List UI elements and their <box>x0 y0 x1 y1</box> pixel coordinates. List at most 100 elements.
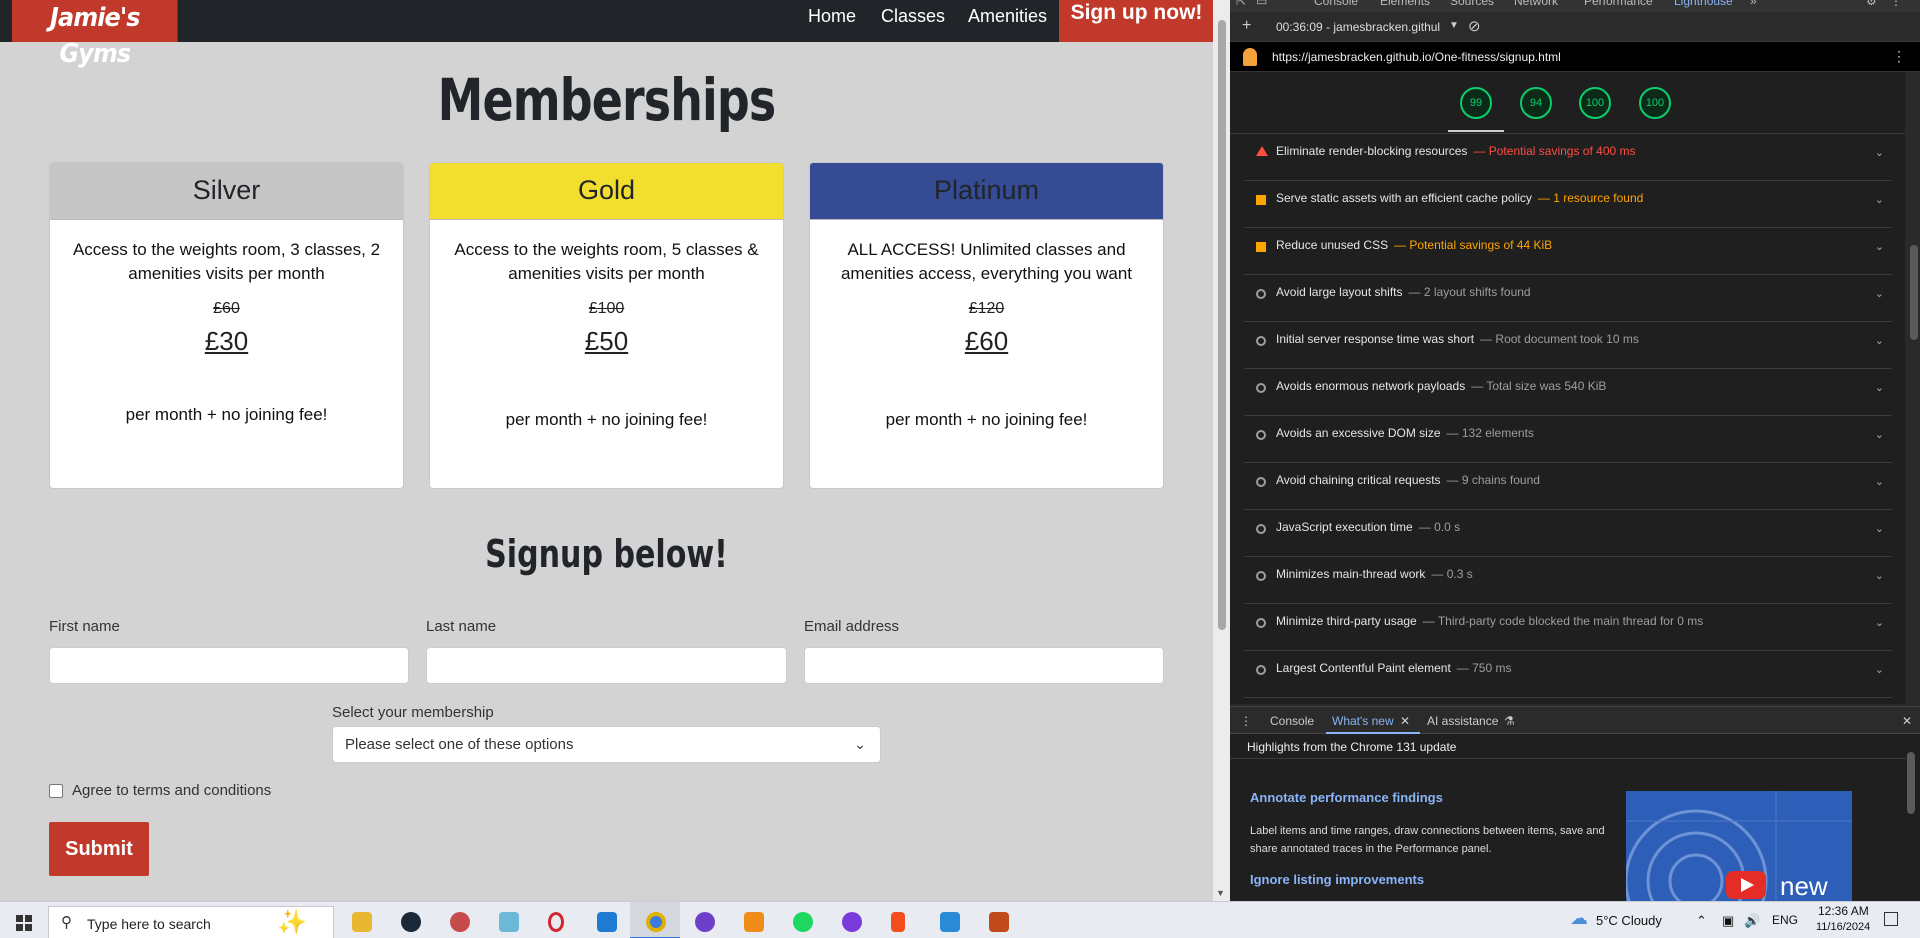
volume-icon[interactable]: 🔊 <box>1744 913 1760 929</box>
tray-overflow-icon[interactable]: ⌃ <box>1696 913 1707 929</box>
score-gauge-accessibility[interactable]: 94 <box>1520 87 1552 119</box>
feature-link-ignore-listing[interactable]: Ignore listing improvements <box>1250 872 1424 887</box>
windows-start-icon[interactable] <box>16 915 32 931</box>
chevron-down-icon[interactable]: ⌄ <box>1875 428 1884 441</box>
chevron-down-icon[interactable]: ⌄ <box>1875 569 1884 582</box>
clock-date[interactable]: 11/16/2024 <box>1816 921 1870 933</box>
drawer-tab-console[interactable]: Console <box>1270 714 1314 728</box>
chevron-down-icon[interactable]: ⌄ <box>1875 475 1884 488</box>
chevron-down-icon[interactable]: ⌄ <box>1875 146 1884 159</box>
nav-signup-button[interactable]: Sign up now! <box>1059 0 1213 42</box>
photos-icon[interactable] <box>940 912 960 932</box>
submit-button[interactable]: Submit <box>49 822 149 876</box>
vscode-icon[interactable] <box>597 912 617 932</box>
membership-select[interactable]: Please select one of these options ⌄ <box>332 726 881 763</box>
drawer-menu-icon[interactable]: ⋮ <box>1240 714 1252 728</box>
language-indicator[interactable]: ENG <box>1772 913 1798 927</box>
add-report-icon[interactable]: + <box>1242 17 1251 35</box>
cloud-icon[interactable]: ☁ <box>1570 908 1588 929</box>
tor-icon[interactable] <box>842 912 862 932</box>
audit-row[interactable]: Minimize third-party usage — Third-party … <box>1244 604 1892 651</box>
taskbar-search-box[interactable]: ⚲ Type here to search ✨ <box>48 906 334 938</box>
report-menu-icon[interactable]: ⋮ <box>1892 48 1906 65</box>
drawer-tab-whats-new[interactable]: What's new <box>1332 714 1394 728</box>
inspect-icon[interactable]: ⇱ <box>1236 0 1246 8</box>
audit-row[interactable]: Eliminate render-blocking resources — Pot… <box>1244 134 1892 181</box>
opera-icon[interactable] <box>548 912 564 932</box>
audit-row[interactable]: Reduce unused CSS — Potential savings of … <box>1244 228 1892 275</box>
chevron-down-icon[interactable]: ⌄ <box>1875 287 1884 300</box>
chevron-down-icon[interactable]: ⌄ <box>1875 663 1884 676</box>
audit-row[interactable]: Avoids enormous network payloads — Total … <box>1244 369 1892 416</box>
audit-row[interactable]: Serve static assets with an efficient ca… <box>1244 181 1892 228</box>
chevron-down-icon[interactable]: ⌄ <box>1875 381 1884 394</box>
audit-scroll-thumb[interactable] <box>1910 245 1918 340</box>
chevron-down-icon[interactable]: ⌄ <box>1875 334 1884 347</box>
page-scroll-thumb[interactable] <box>1218 20 1226 630</box>
email-input[interactable] <box>804 647 1164 684</box>
audit-row[interactable]: Avoid chaining critical requests — 9 chai… <box>1244 463 1892 510</box>
clear-icon[interactable]: ⊘ <box>1468 17 1481 35</box>
drawer-tab-ai-assistance[interactable]: AI assistance <box>1427 714 1498 728</box>
scroll-down-arrow-icon[interactable]: ▼ <box>1216 888 1225 898</box>
close-tab-icon[interactable]: ✕ <box>1400 714 1410 728</box>
terms-checkbox[interactable] <box>49 784 63 798</box>
chevron-down-icon[interactable]: ⌄ <box>1875 240 1884 253</box>
nav-link-classes[interactable]: Classes <box>881 0 945 32</box>
youtube-play-icon[interactable] <box>1726 871 1766 899</box>
membership-select-value: Please select one of these options <box>345 736 574 753</box>
game-app-icon[interactable] <box>450 912 470 932</box>
audit-row[interactable]: Avoids an excessive DOM size — 132 elemen… <box>1244 416 1892 463</box>
report-url-bar: https://jamesbracken.github.io/One-fitne… <box>1230 42 1920 72</box>
devtools-tab-elements[interactable]: Elements <box>1380 0 1430 8</box>
devtools-tab-console[interactable]: Console <box>1314 0 1358 8</box>
notepad-icon[interactable] <box>499 912 519 932</box>
settings-gear-icon[interactable]: ⚙ <box>1866 0 1877 8</box>
last-name-input[interactable] <box>426 647 787 684</box>
devtools-tab-performance[interactable]: Performance <box>1584 0 1653 8</box>
first-name-input[interactable] <box>49 647 409 684</box>
nav-link-home[interactable]: Home <box>808 0 856 32</box>
chevron-down-icon[interactable]: ⌄ <box>1875 193 1884 206</box>
network-icon[interactable]: ▣ <box>1722 913 1734 929</box>
score-gauge-performance[interactable]: 99 <box>1460 87 1492 119</box>
audit-row[interactable]: Initial server response time was short — … <box>1244 322 1892 369</box>
more-tabs-icon[interactable]: » <box>1750 0 1757 8</box>
brand-logo[interactable]: Jamie's Gyms <box>12 0 178 69</box>
score-gauge-seo[interactable]: 100 <box>1639 87 1671 119</box>
report-selector[interactable]: 00:36:09 - jamesbracken.githul <box>1276 20 1440 34</box>
audit-scrollbar[interactable] <box>1905 72 1920 704</box>
whats-new-video-thumbnail[interactable]: new <box>1626 791 1852 901</box>
report-url[interactable]: https://jamesbracken.github.io/One-fitne… <box>1272 50 1561 64</box>
spotify-icon[interactable] <box>793 912 813 932</box>
devtools-tab-lighthouse[interactable]: Lighthouse <box>1674 0 1733 8</box>
chevron-down-icon[interactable]: ⌄ <box>1875 616 1884 629</box>
audit-row[interactable]: Largest Contentful Paint element — 750 ms… <box>1244 651 1892 698</box>
nav-link-amenities[interactable]: Amenities <box>968 0 1047 32</box>
sublime-icon[interactable] <box>744 912 764 932</box>
chevron-down-icon[interactable]: ⌄ <box>1875 522 1884 535</box>
steam-icon[interactable] <box>401 912 421 932</box>
score-gauge-best-practices[interactable]: 100 <box>1579 87 1611 119</box>
devtools-tab-network[interactable]: Network <box>1514 0 1558 8</box>
weather-text[interactable]: 5°C Cloudy <box>1596 913 1662 928</box>
feature-link-annotate[interactable]: Annotate performance findings <box>1250 790 1443 805</box>
device-toggle-icon[interactable]: ▭ <box>1256 0 1267 8</box>
audit-row[interactable]: Avoid large layout shifts — 2 layout shif… <box>1244 275 1892 322</box>
card-description: Access to the weights room, 3 classes, 2… <box>72 240 381 283</box>
report-dropdown-icon[interactable]: ▼ <box>1449 20 1459 31</box>
figma-icon[interactable] <box>891 912 905 932</box>
audit-row[interactable]: Avoid long main-thread tasks— 1 long tas… <box>1244 698 1892 704</box>
app-icon[interactable] <box>989 912 1009 932</box>
audit-row[interactable]: Minimizes main-thread work — 0.3 s ⌄ <box>1244 557 1892 604</box>
notifications-icon[interactable] <box>1884 912 1898 926</box>
kebab-menu-icon[interactable]: ⋮ <box>1890 0 1902 8</box>
close-drawer-icon[interactable]: ✕ <box>1902 714 1912 728</box>
audit-row[interactable]: JavaScript execution time — 0.0 s ⌄ <box>1244 510 1892 557</box>
github-desktop-icon[interactable] <box>695 912 715 932</box>
drawer-scroll-thumb[interactable] <box>1907 752 1915 814</box>
terms-label[interactable]: Agree to terms and conditions <box>72 782 271 799</box>
devtools-tab-sources[interactable]: Sources <box>1450 0 1494 8</box>
file-explorer-icon[interactable] <box>352 912 372 932</box>
clock-time[interactable]: 12:36 AM <box>1818 904 1869 918</box>
